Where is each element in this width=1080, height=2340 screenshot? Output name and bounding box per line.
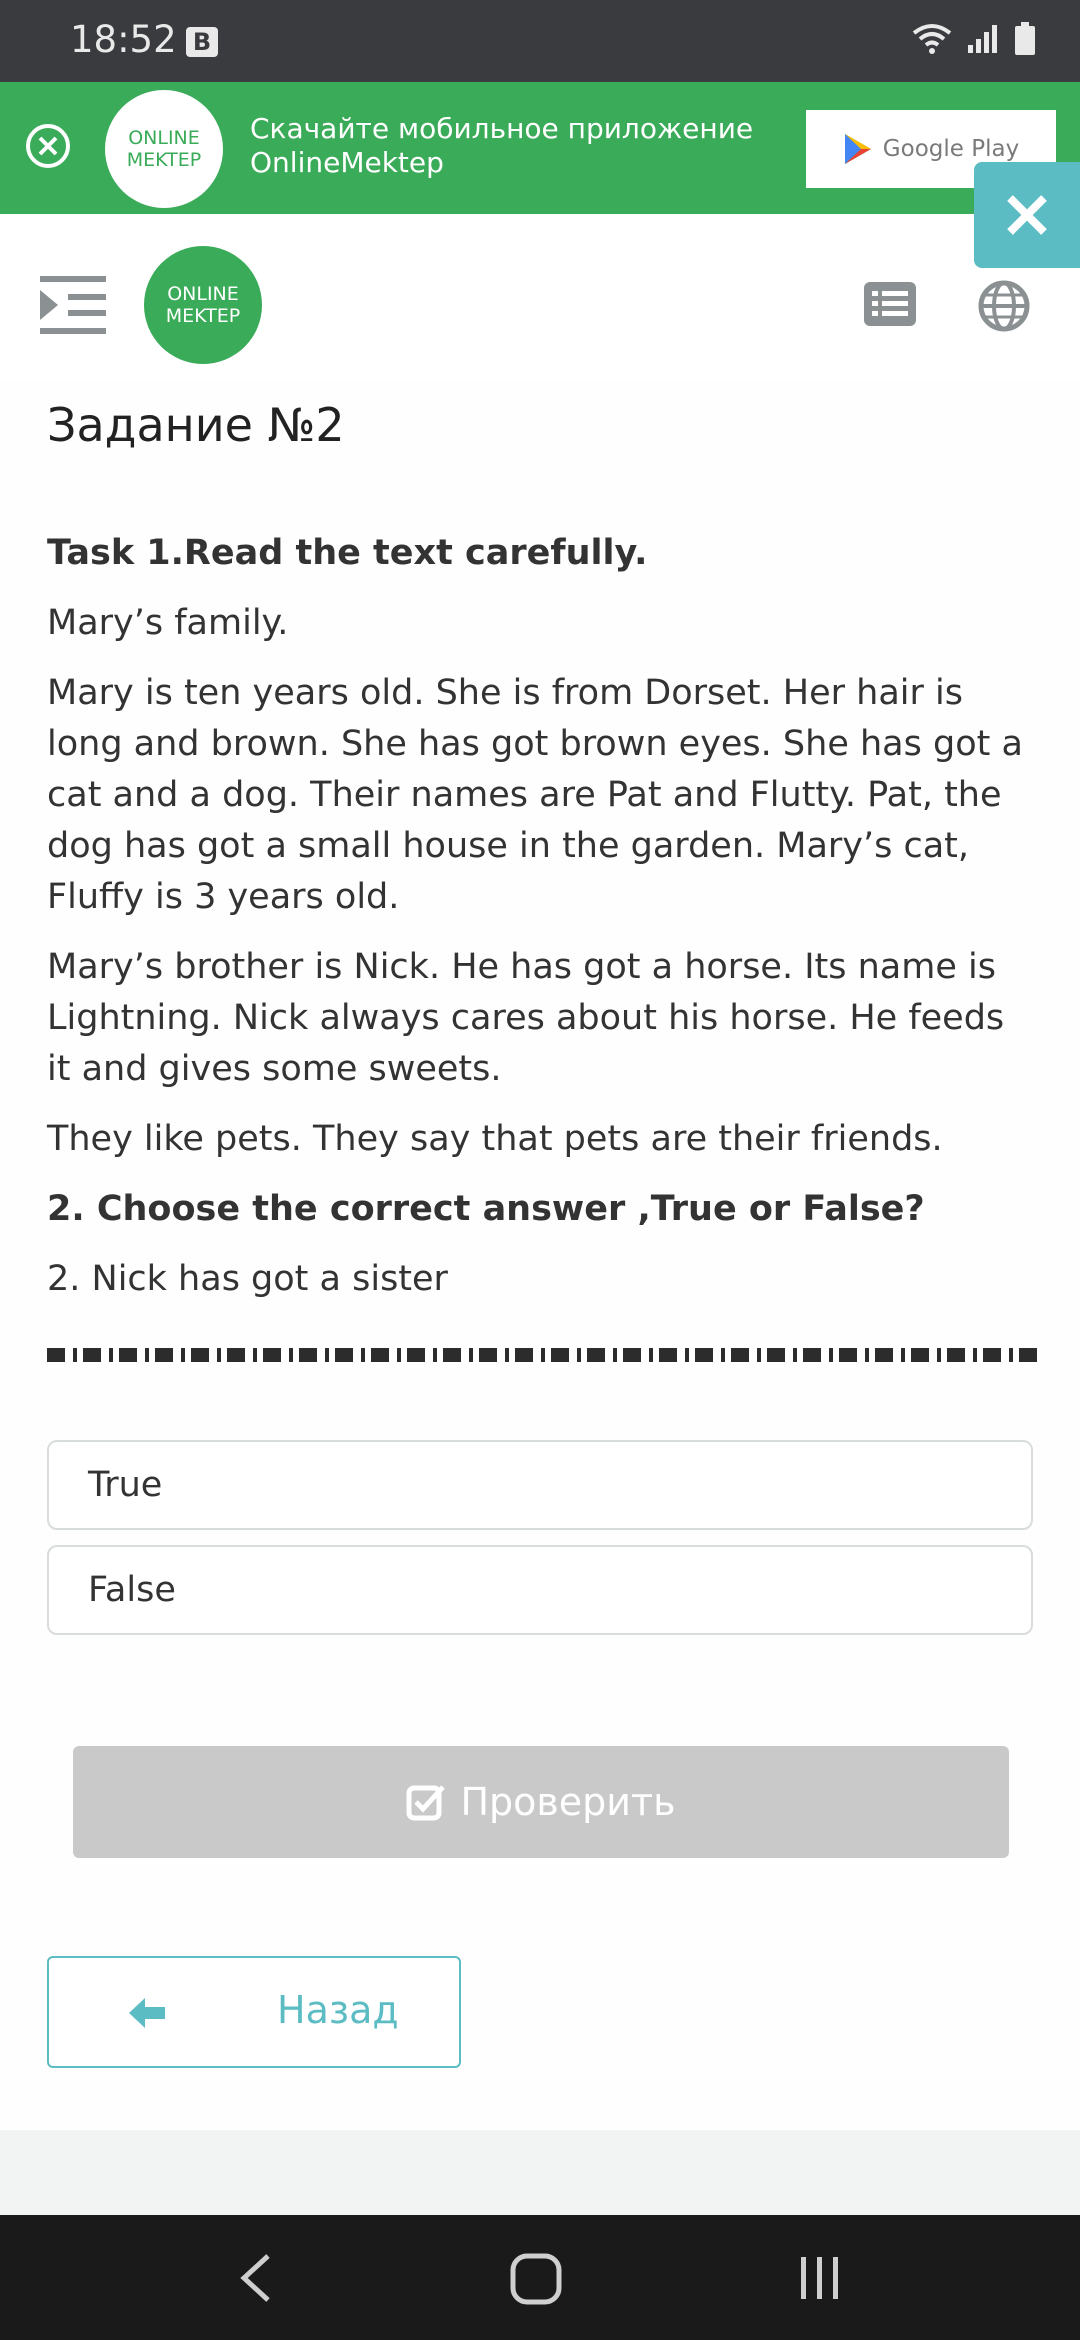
- banner-close-button[interactable]: [26, 124, 70, 168]
- statement: 2. Nick has got a sister: [47, 1259, 448, 1299]
- checkbox-icon: [406, 1785, 446, 1821]
- banner-logo: ONLINE MEKTEP: [105, 90, 223, 208]
- globe-icon[interactable]: [978, 280, 1030, 332]
- task-heading: Task 1.Read the text carefully.: [47, 533, 648, 573]
- close-icon: [1007, 195, 1047, 235]
- logo-line1: ONLINE: [128, 127, 200, 149]
- close-icon: [38, 136, 58, 156]
- wifi-icon: [912, 24, 952, 54]
- banner-text-line2: OnlineMektep: [250, 146, 444, 179]
- status-bar: 18:52 B: [0, 0, 1080, 82]
- question-heading: 2. Choose the correct answer ,True or Fa…: [47, 1189, 925, 1229]
- answer-placeholder: [47, 1348, 1037, 1362]
- signal-icon: [968, 25, 997, 53]
- banner-text-line1: Скачайте мобильное приложение: [250, 112, 754, 145]
- top-navigation: ONLINE MEKTEP: [0, 240, 1080, 370]
- status-time: 18:52: [70, 18, 177, 61]
- logo-line1: ONLINE: [167, 283, 239, 305]
- home-nav-icon[interactable]: [510, 2253, 562, 2305]
- content-card: Задание №2 Task 1.Read the text carefull…: [0, 380, 1080, 2130]
- paragraph-3: They like pets. They say that pets are t…: [47, 1119, 943, 1159]
- banner-text: Скачайте мобильное приложение OnlineMekt…: [250, 112, 753, 180]
- back-button-label: Назад: [277, 1988, 399, 2032]
- play-store-icon: [844, 134, 871, 164]
- logo-line2: MEKTEP: [165, 305, 241, 327]
- menu-toggle-icon[interactable]: [40, 274, 106, 336]
- battery-icon: [1015, 22, 1035, 55]
- logo-line2: MEKTEP: [126, 149, 202, 171]
- back-nav-icon[interactable]: [238, 2253, 274, 2303]
- paragraph-2: Mary’s brother is Nick. He has got a hor…: [47, 947, 1005, 1089]
- option-false[interactable]: False: [47, 1545, 1033, 1635]
- back-button[interactable]: Назад: [47, 1956, 461, 2068]
- page-title: Задание №2: [47, 398, 345, 452]
- arrow-left-icon: [129, 1998, 165, 2028]
- site-logo[interactable]: ONLINE MEKTEP: [144, 246, 262, 364]
- option-true[interactable]: True: [47, 1440, 1033, 1530]
- page-footer-area: [0, 2130, 1080, 2215]
- android-nav-bar: [0, 2215, 1080, 2340]
- google-play-label: Google Play: [882, 136, 1020, 162]
- check-button-label: Проверить: [460, 1780, 676, 1824]
- app-download-banner: ONLINE MEKTEP Скачайте мобильное приложе…: [0, 82, 1080, 214]
- recent-apps-icon[interactable]: [797, 2255, 843, 2301]
- paragraph-1: Mary is ten years old. She is from Dorse…: [47, 673, 1023, 917]
- notification-badge: B: [186, 27, 218, 57]
- task-content: Задание №2 Task 1.Read the text carefull…: [0, 380, 1080, 2130]
- task-list-icon[interactable]: [864, 282, 916, 326]
- story-title: Mary’s family.: [47, 603, 289, 643]
- check-button[interactable]: Проверить: [73, 1746, 1009, 1858]
- status-icons: [912, 22, 1036, 56]
